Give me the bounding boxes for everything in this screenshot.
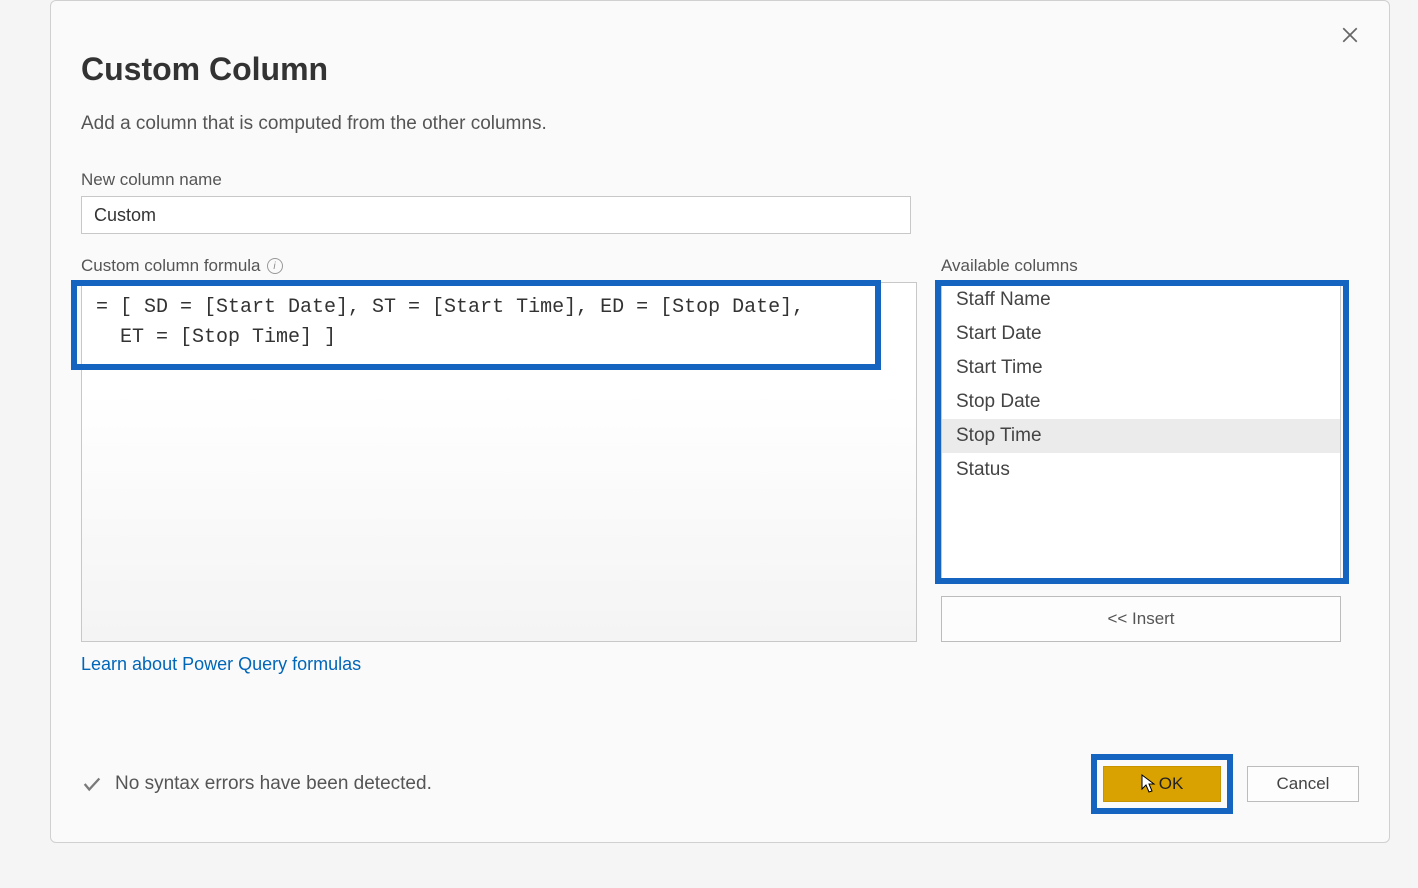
- new-column-name-label: New column name: [81, 170, 1359, 190]
- new-column-name-input[interactable]: [81, 196, 911, 234]
- cancel-button[interactable]: Cancel: [1247, 766, 1359, 802]
- dialog-subtitle: Add a column that is computed from the o…: [81, 113, 1359, 135]
- status-message: No syntax errors have been detected.: [115, 773, 432, 795]
- formula-editor[interactable]: = [ SD = [Start Date], ST = [Start Time]…: [81, 282, 917, 642]
- dialog-title: Custom Column: [81, 51, 1359, 88]
- close-button[interactable]: [1336, 21, 1364, 49]
- cursor-icon: [1141, 774, 1157, 794]
- column-item[interactable]: Staff Name: [942, 283, 1340, 317]
- available-columns-list[interactable]: Staff NameStart DateStart TimeStop DateS…: [941, 282, 1341, 582]
- custom-column-dialog: Custom Column Add a column that is compu…: [50, 0, 1390, 843]
- column-item[interactable]: Stop Date: [942, 385, 1340, 419]
- available-columns-label: Available columns: [941, 256, 1341, 276]
- ok-button[interactable]: OK: [1103, 766, 1221, 802]
- highlight-box-ok: OK: [1091, 754, 1233, 814]
- column-item[interactable]: Start Date: [942, 317, 1340, 351]
- column-item[interactable]: Start Time: [942, 351, 1340, 385]
- learn-link[interactable]: Learn about Power Query formulas: [81, 654, 361, 675]
- close-icon: [1341, 26, 1359, 44]
- checkmark-icon: [81, 773, 103, 795]
- column-item[interactable]: Status: [942, 453, 1340, 487]
- formula-label: Custom column formula i: [81, 256, 921, 276]
- info-icon[interactable]: i: [267, 258, 283, 274]
- insert-button[interactable]: << Insert: [941, 596, 1341, 642]
- status-row: No syntax errors have been detected.: [81, 773, 432, 795]
- column-item[interactable]: Stop Time: [942, 419, 1340, 453]
